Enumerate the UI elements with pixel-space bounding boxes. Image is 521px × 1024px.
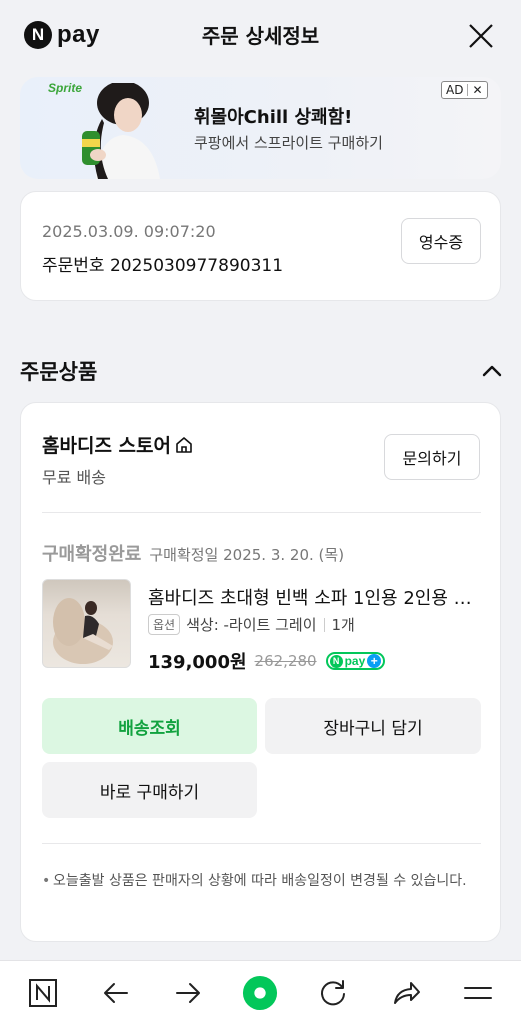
product-card: 홈바디즈 스토어 무료 배송 문의하기 구매확정완료 구매확정일 2025. 3… xyxy=(20,402,501,942)
header: N pay 주문 상세정보 xyxy=(0,0,521,72)
ad-subtitle: 쿠팡에서 스프라이트 구매하기 xyxy=(194,134,383,152)
ad-label: AD xyxy=(446,83,464,97)
home-icon xyxy=(176,436,192,453)
order-number: 주문번호 2025030977890311 xyxy=(42,256,284,276)
status-line: 구매확정완료 구매확정일 2025. 3. 20. (목) xyxy=(42,540,344,566)
bottom-nav xyxy=(0,960,521,1024)
divider xyxy=(42,512,481,513)
shipping-info: 무료 배송 xyxy=(42,468,106,487)
quantity: 1개 xyxy=(331,616,355,634)
ad-banner[interactable]: Sprite 휘몰아Chill 상쾌함! 쿠팡에서 스프라이트 구매하기 AD … xyxy=(20,77,501,179)
product-name[interactable]: 홈바디즈 초대형 빈백 소파 1인용 2인용 리클라이너 xyxy=(148,584,483,610)
add-to-cart-button[interactable]: 장바구니 담기 xyxy=(265,698,481,754)
beanbag-image xyxy=(53,598,113,664)
original-price: 262,280 xyxy=(254,652,317,670)
refresh-icon[interactable] xyxy=(315,975,351,1011)
naver-home-icon[interactable] xyxy=(25,975,61,1011)
order-datetime: 2025.03.09. 09:07:20 xyxy=(42,222,216,241)
npay-n-icon: N xyxy=(329,654,343,668)
product-thumbnail[interactable] xyxy=(42,579,131,668)
option-value: 색상: -라이트 그레이 xyxy=(186,616,317,634)
store-name[interactable]: 홈바디즈 스토어 xyxy=(42,431,194,458)
chevron-up-icon[interactable] xyxy=(480,360,504,380)
inquiry-button[interactable]: 문의하기 xyxy=(384,434,480,480)
track-delivery-button[interactable]: 배송조회 xyxy=(42,698,257,754)
buy-now-button[interactable]: 바로 구매하기 xyxy=(42,762,257,818)
plus-icon: + xyxy=(367,654,382,668)
price-line: 139,000원 262,280 N pay + xyxy=(148,648,386,674)
back-arrow-icon[interactable] xyxy=(98,975,134,1011)
option-tag: 옵션 xyxy=(148,614,181,635)
green-dot-icon[interactable] xyxy=(242,975,278,1011)
close-icon[interactable] xyxy=(468,23,494,49)
order-info-card: 2025.03.09. 09:07:20 주문번호 20250309778903… xyxy=(20,191,501,301)
order-status: 구매확정완료 xyxy=(42,544,142,565)
ad-title: 휘몰아Chill 상쾌함! xyxy=(194,107,353,128)
section-title: 주문상품 xyxy=(20,360,98,384)
npay-plus-badge: N pay + xyxy=(325,652,386,670)
divider xyxy=(42,843,481,844)
receipt-button[interactable]: 영수증 xyxy=(401,218,481,264)
product-option: 옵션 색상: -라이트 그레이 1개 xyxy=(148,614,355,635)
store-name-label: 홈바디즈 스토어 xyxy=(42,435,171,457)
npay-badge-text: pay xyxy=(344,654,366,668)
ad-badge-divider xyxy=(467,84,469,96)
ad-close-icon[interactable]: ✕ xyxy=(472,83,482,97)
confirm-date: 구매확정일 2025. 3. 20. (목) xyxy=(149,546,345,564)
price: 139,000원 xyxy=(148,652,247,673)
forward-arrow-icon[interactable] xyxy=(170,975,206,1011)
ad-badge[interactable]: AD ✕ xyxy=(441,81,488,99)
menu-icon[interactable] xyxy=(460,975,496,1011)
shipping-notice: 오늘출발 상품은 판매자의 상황에 따라 배송일정이 변경될 수 있습니다. xyxy=(42,870,472,893)
page-title: 주문 상세정보 xyxy=(201,24,320,48)
share-icon[interactable] xyxy=(388,975,424,1011)
option-divider xyxy=(323,617,325,632)
ad-person-image xyxy=(82,83,160,179)
